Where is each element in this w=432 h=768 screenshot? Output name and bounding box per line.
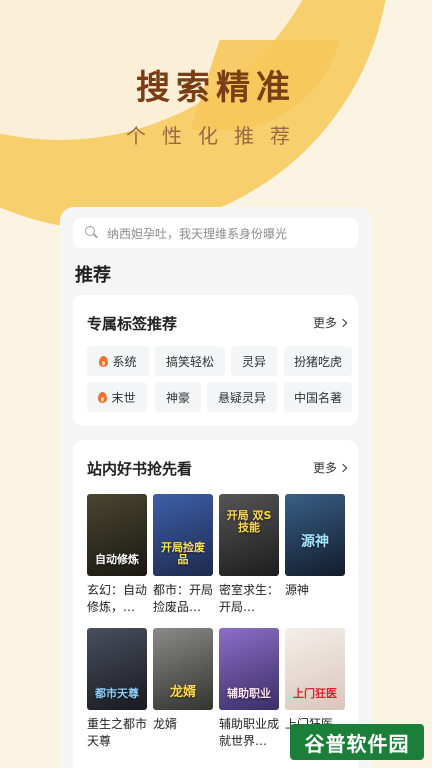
tag-label: 悬疑灵异 (217, 390, 266, 405)
search-placeholder: 纳西妲孕吐，我天理维系身份曝光 (107, 226, 288, 241)
book-item[interactable]: 辅助职业 辅助职业成就世界… (219, 628, 279, 750)
book-cover: 开局捡废品 (153, 494, 213, 576)
tag-chip[interactable]: 灵异 (231, 346, 277, 376)
tag-chip[interactable]: 神豪 (155, 382, 201, 412)
tag-label: 中国名著 (293, 390, 342, 405)
book-title: 都市：开局捡废品… (153, 583, 213, 614)
search-bar[interactable]: 纳西妲孕吐，我天理维系身份曝光 (73, 218, 358, 248)
more-label: 更多 (312, 461, 337, 475)
books-more-link[interactable]: 更多 (312, 459, 348, 476)
book-item[interactable]: 开局捡废品 都市：开局捡废品… (153, 494, 213, 616)
hero-title: 搜索精准 (136, 68, 296, 108)
tag-chip[interactable]: 末世 (87, 382, 147, 412)
book-title: 龙婿 (153, 717, 178, 731)
flame-icon (99, 355, 109, 367)
watermark-logo: 谷普软件园 (290, 724, 424, 760)
book-title: 辅助职业成就世界… (219, 717, 279, 748)
book-cover: 上门狂医 (285, 628, 345, 710)
chevron-right-icon (338, 318, 348, 327)
recommend-heading: 推荐 (75, 265, 111, 286)
book-item[interactable]: 龙婿 龙婿 (153, 628, 213, 750)
book-item[interactable]: 开局 双S技能 密室求生：开局… (219, 494, 279, 616)
cover-title: 开局捡废品 (161, 540, 205, 566)
search-icon (85, 226, 99, 240)
tag-chip[interactable]: 搞笑轻松 (155, 346, 225, 376)
book-item[interactable]: 都市天尊 重生之都市天尊 (87, 628, 147, 750)
chevron-right-icon (338, 463, 348, 472)
flame-icon (98, 391, 108, 403)
cover-title: 开局 双S技能 (226, 509, 272, 535)
cover-title: 龙婿 (169, 684, 196, 700)
book-cover: 开局 双S技能 (219, 494, 279, 576)
more-label: 更多 (312, 316, 337, 330)
book-cover: 辅助职业 (219, 628, 279, 710)
books-section-title: 站内好书抢先看 (87, 460, 193, 478)
tag-label: 灵异 (241, 354, 266, 369)
cover-title: 辅助职业 (227, 686, 271, 700)
book-item[interactable]: 源神 源神 (285, 494, 345, 616)
book-item[interactable]: 自动修炼 玄幻：自动修炼，… (87, 494, 147, 616)
book-title: 重生之都市天尊 (87, 717, 147, 748)
tag-more-link[interactable]: 更多 (312, 314, 348, 331)
tag-label: 搞笑轻松 (165, 354, 214, 369)
tag-recommend-card: 专属标签推荐 更多 系统 搞笑轻松 灵异 扮猪吃虎 末世 神豪 悬疑灵异 中国名… (73, 295, 358, 426)
cover-title: 源神 (301, 533, 329, 550)
book-title: 密室求生：开局… (219, 583, 279, 614)
featured-books-card: 站内好书抢先看 更多 自动修炼 玄幻：自动修炼，… 开局捡废品 都市：开局捡废品… (73, 440, 358, 768)
tag-label: 神豪 (165, 390, 190, 405)
book-cover: 都市天尊 (87, 628, 147, 710)
app-preview-panel: 纳西妲孕吐，我天理维系身份曝光 推荐 专属标签推荐 更多 系统 搞笑轻松 灵异 … (60, 207, 372, 768)
book-cover: 龙婿 (153, 628, 213, 710)
tag-chip[interactable]: 系统 (87, 346, 149, 376)
tag-chip[interactable]: 悬疑灵异 (207, 382, 277, 412)
book-title: 源神 (285, 583, 310, 597)
cover-title: 都市天尊 (95, 686, 139, 700)
tag-section-title: 专属标签推荐 (87, 315, 178, 333)
book-cover: 自动修炼 (87, 494, 147, 576)
tag-chip[interactable]: 扮猪吃虎 (284, 346, 352, 376)
hero-subtitle: 个性化推荐 (126, 124, 306, 148)
cover-title: 自动修炼 (95, 552, 139, 566)
tag-label: 末世 (111, 390, 136, 405)
book-title: 玄幻：自动修炼，… (87, 583, 147, 614)
tag-chip[interactable]: 中国名著 (284, 382, 352, 412)
book-cover: 源神 (285, 494, 345, 576)
tag-label: 扮猪吃虎 (293, 354, 342, 369)
tag-label: 系统 (112, 354, 137, 369)
cover-title: 上门狂医 (293, 686, 337, 700)
